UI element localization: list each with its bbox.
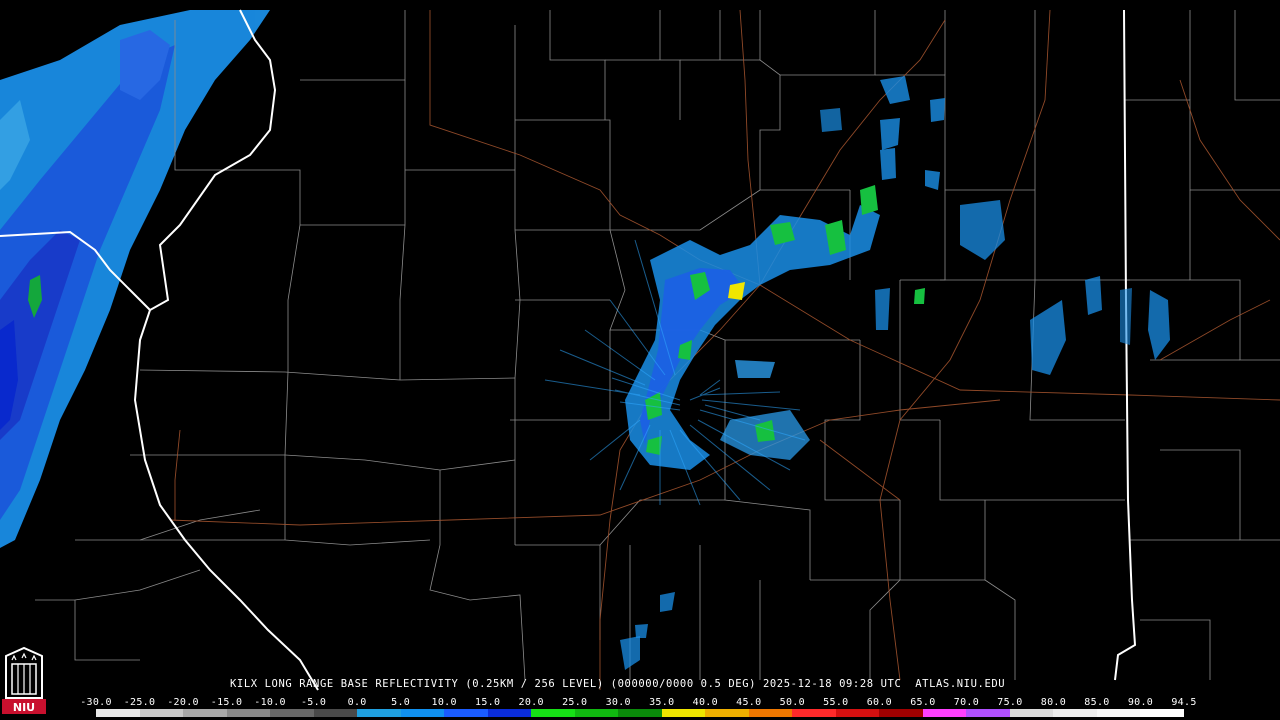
colorbar-tick-label: 0.0 bbox=[347, 697, 367, 708]
color-bar-segment bbox=[313, 709, 358, 717]
colorbar-tick-label: -10.0 bbox=[254, 697, 286, 708]
color-bar-segment bbox=[618, 709, 662, 717]
product-title: KILX LONG RANGE BASE REFLECTIVITY (0.25K… bbox=[230, 678, 1006, 690]
colorbar-tick-label: 30.0 bbox=[605, 697, 631, 708]
color-bar-segment bbox=[531, 709, 575, 717]
color-bar-segment bbox=[1096, 709, 1141, 717]
colorbar-tick-label: 85.0 bbox=[1084, 697, 1110, 708]
color-bar-segment bbox=[270, 709, 314, 717]
colorbar-tick-label: 80.0 bbox=[1040, 697, 1067, 708]
colorbar-tick-label: 40.0 bbox=[692, 697, 718, 708]
color-bar-segment bbox=[835, 709, 880, 717]
colorbar-tick-label: 10.0 bbox=[431, 697, 457, 708]
reflectivity-color-bar bbox=[96, 709, 1184, 717]
color-bar-segment bbox=[1053, 709, 1097, 717]
color-bar-segment bbox=[966, 709, 1010, 717]
color-bar-segment bbox=[183, 709, 227, 717]
color-bar-segment bbox=[226, 709, 271, 717]
colorbar-tick-label: 75.0 bbox=[997, 697, 1023, 708]
colorbar-tick-label: -25.0 bbox=[123, 697, 156, 708]
colorbar-tick-label: 15.0 bbox=[475, 697, 501, 708]
colorbar-tick-label: 5.0 bbox=[391, 697, 411, 708]
color-bar-segment bbox=[1140, 709, 1184, 717]
colorbar-tick-label: 94.5 bbox=[1171, 697, 1197, 708]
colorbar-tick-label: 50.0 bbox=[779, 697, 805, 708]
color-bar-segment bbox=[574, 709, 619, 717]
color-bar-segment bbox=[879, 709, 923, 717]
colorbar-tick-label: 70.0 bbox=[953, 697, 980, 708]
colorbar-tick-labels: -30.0 -25.0 -20.0 -15.0 -10.0 -5.0 0.0 5.0 10.0 1… bbox=[0, 697, 1280, 709]
color-bar-segment bbox=[705, 709, 749, 717]
colorbar-tick-label: 20.0 bbox=[518, 697, 544, 708]
colorbar-tick-label: 55.0 bbox=[823, 697, 849, 708]
colorbar-tick-label: -5.0 bbox=[300, 697, 327, 708]
colorbar-tick-label: 35.0 bbox=[649, 697, 675, 708]
colorbar-tick-label: 65.0 bbox=[910, 697, 936, 708]
colorbar-tick-label: 90.0 bbox=[1127, 697, 1154, 708]
colorbar-tick-label: -15.0 bbox=[210, 697, 243, 708]
color-bar-segment bbox=[487, 709, 532, 717]
colorbar-tick-label: -30.0 bbox=[80, 697, 112, 708]
colorbar-tick-label: 45.0 bbox=[736, 697, 762, 708]
color-bar-segment bbox=[922, 709, 967, 717]
color-bar-segment bbox=[400, 709, 445, 717]
colorbar-tick-label: 60.0 bbox=[866, 697, 893, 708]
radar-map bbox=[0, 0, 1280, 720]
color-bar-segment bbox=[792, 709, 836, 717]
color-bar-segment bbox=[661, 709, 706, 717]
color-bar-segment bbox=[357, 709, 401, 717]
colorbar-tick-label: -20.0 bbox=[167, 697, 199, 708]
colorbar-tick-label: 25.0 bbox=[562, 697, 588, 708]
color-bar-segment bbox=[1009, 709, 1054, 717]
color-bar-segment bbox=[96, 709, 140, 717]
color-bar-segment bbox=[748, 709, 793, 717]
color-bar-segment bbox=[139, 709, 184, 717]
color-bar-segment bbox=[444, 709, 488, 717]
